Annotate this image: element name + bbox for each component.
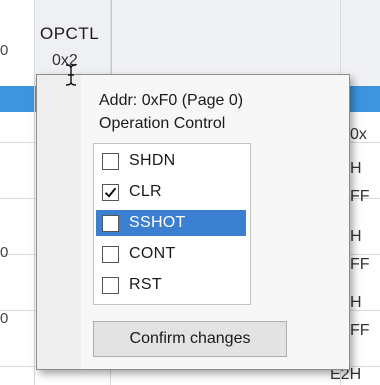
- checkbox[interactable]: [102, 214, 119, 232]
- option-label: CONT: [129, 245, 176, 262]
- table-cell: FF: [350, 188, 370, 205]
- register-address: Addr: 0xF0 (Page 0): [99, 92, 244, 109]
- confirm-changes-button[interactable]: Confirm changes: [93, 321, 287, 357]
- register-edit-popup: Addr: 0xF0 (Page 0) Operation Control SH…: [36, 74, 350, 370]
- option-label: CLR: [129, 183, 162, 200]
- checkbox[interactable]: [102, 245, 119, 263]
- table-cell: H: [350, 160, 362, 177]
- option-label: RST: [129, 276, 162, 293]
- table-cell: FF: [350, 256, 370, 273]
- popup-side-strip: [37, 75, 81, 369]
- table-cell: H: [350, 294, 362, 311]
- popup-header: Addr: 0xF0 (Page 0) Operation Control: [99, 89, 243, 135]
- row-value-fragment: 0: [0, 42, 9, 59]
- checkbox[interactable]: [102, 276, 119, 294]
- option-sshot[interactable]: SSHOT: [96, 210, 246, 236]
- column-name: OPCTL: [40, 24, 100, 43]
- text-cursor-icon: [65, 64, 77, 86]
- checkbox[interactable]: [102, 183, 119, 201]
- row-value-fragment: 0: [0, 310, 9, 327]
- option-rst[interactable]: RST: [96, 272, 246, 298]
- table-cell: H: [350, 228, 362, 245]
- checkmark-icon: [104, 187, 117, 198]
- bit-options-list: SHDN CLR SSHOT CONT RST: [93, 143, 251, 305]
- table-cell: FF: [350, 322, 370, 339]
- option-shdn[interactable]: SHDN: [96, 148, 246, 174]
- option-label: SSHOT: [129, 214, 186, 231]
- register-description: Operation Control: [99, 115, 226, 132]
- checkbox[interactable]: [102, 152, 119, 170]
- option-cont[interactable]: CONT: [96, 241, 246, 267]
- table-cell: 0x: [350, 126, 367, 143]
- option-label: SHDN: [129, 152, 176, 169]
- option-clr[interactable]: CLR: [96, 179, 246, 205]
- row-value-fragment: 0: [0, 244, 9, 261]
- grid-divider: [34, 0, 35, 385]
